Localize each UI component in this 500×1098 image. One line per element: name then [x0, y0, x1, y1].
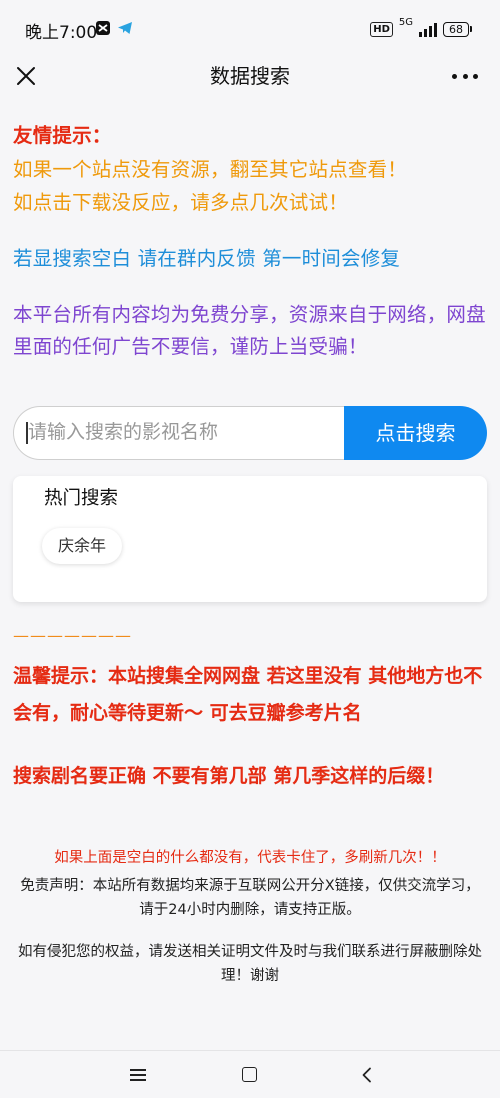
notice-feedback: 若显搜索空白 请在群内反馈 第一时间会修复	[13, 247, 401, 270]
warm-tip-1: 温馨提示：本站搜集全网网盘 若这里没有 其他地方也不会有，耐心等待更新～ 可去豆…	[13, 665, 483, 724]
hot-search-tag[interactable]: 庆余年	[42, 528, 123, 564]
status-indicators: HD 5G 68	[370, 18, 472, 40]
divider: ———————	[13, 626, 132, 645]
telegram-icon	[118, 22, 132, 34]
notice-disclaimer: 本平台所有内容均为免费分享，资源来自于网络，网盘里面的任何广告不要信，谨防上当受…	[13, 303, 486, 358]
refresh-hint: 如果上面是空白的什么都没有，代表卡住了，多刷新几次！！	[54, 850, 446, 866]
infringement-text: 如有侵犯您的权益，请发送相关证明文件及时与我们联系进行屏蔽删除处理！谢谢	[18, 944, 482, 984]
status-bar: 晚上7:00 HD 5G 68	[0, 0, 500, 58]
text-caret	[26, 422, 28, 444]
home-icon[interactable]	[242, 1067, 257, 1082]
menu-icon[interactable]	[130, 1069, 146, 1081]
notice-title: 友情提示：	[13, 124, 112, 147]
disclaimer-text: 免责声明：本站所有数据均来源于互联网公开分X链接，仅供交流学习，请于24小时内删…	[20, 878, 480, 918]
search-placeholder: 请输入搜索的影视名称	[28, 421, 219, 443]
network-label: 5G	[398, 17, 413, 28]
signal-icon	[419, 21, 437, 37]
hot-search-title: 热门搜索	[44, 488, 119, 509]
more-icon[interactable]	[452, 66, 478, 86]
notice-line-2: 如点击下载没反应，请多点几次试试！	[13, 191, 348, 214]
back-icon[interactable]	[359, 1067, 375, 1083]
battery-level: 68	[443, 21, 469, 37]
page-title: 数据搜索	[210, 64, 290, 88]
battery-icon: 68	[443, 21, 472, 37]
search-bar: 请输入搜索的影视名称 点击搜索	[13, 406, 487, 460]
hd-badge: HD	[370, 21, 393, 37]
system-nav-bar	[0, 1050, 500, 1098]
notice-line-1: 如果一个站点没有资源，翻至其它站点查看！	[13, 158, 408, 181]
warm-tip-2: 搜索剧名要正确 不要有第几部 第几季这样的后缀！	[13, 765, 445, 787]
search-button[interactable]: 点击搜索	[344, 406, 487, 460]
hot-search-card: 热门搜索 庆余年	[13, 476, 487, 602]
status-time: 晚上7:00	[25, 23, 98, 43]
title-bar: 数据搜索	[0, 58, 500, 104]
search-input[interactable]: 请输入搜索的影视名称	[13, 406, 344, 460]
capcut-icon	[96, 21, 110, 35]
